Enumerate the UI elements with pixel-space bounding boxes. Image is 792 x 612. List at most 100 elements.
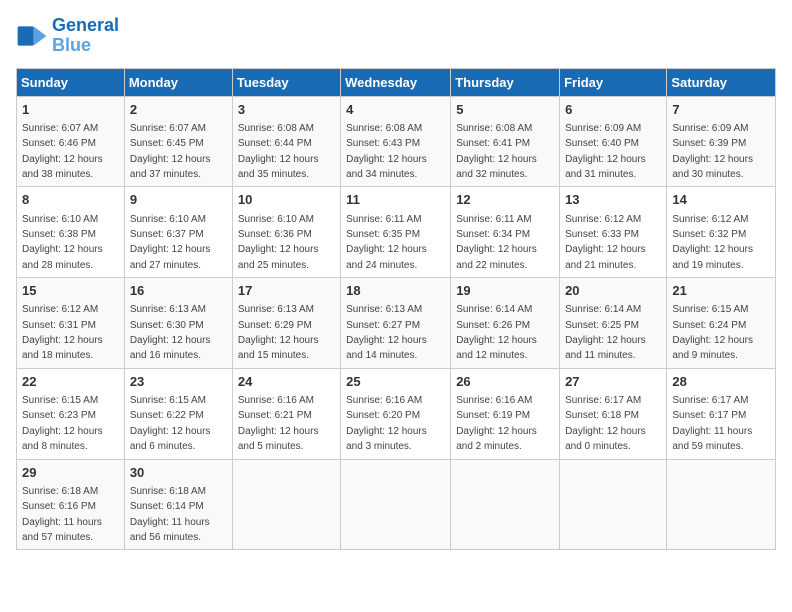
sunset: Sunset: 6:43 PM	[346, 138, 420, 149]
day-number: 28	[672, 373, 770, 391]
calendar-cell	[341, 459, 451, 550]
day-number: 6	[565, 101, 661, 119]
sunset: Sunset: 6:19 PM	[456, 410, 530, 421]
sunrise: Sunrise: 6:16 AM	[238, 395, 314, 406]
day-header-sunday: Sunday	[17, 68, 125, 96]
sunrise: Sunrise: 6:11 AM	[456, 214, 531, 225]
sunset: Sunset: 6:37 PM	[130, 229, 204, 240]
sunrise: Sunrise: 6:07 AM	[130, 123, 206, 134]
sunrise: Sunrise: 6:10 AM	[22, 214, 98, 225]
sunrise: Sunrise: 6:18 AM	[130, 486, 206, 497]
logo: General Blue	[16, 16, 119, 56]
sunrise: Sunrise: 6:11 AM	[346, 214, 421, 225]
sunrise: Sunrise: 6:14 AM	[565, 304, 641, 315]
daylight: Daylight: 12 hours and 34 minutes.	[346, 154, 427, 180]
calendar-cell: 15Sunrise: 6:12 AMSunset: 6:31 PMDayligh…	[17, 278, 125, 369]
sunrise: Sunrise: 6:12 AM	[672, 214, 748, 225]
sunrise: Sunrise: 6:18 AM	[22, 486, 98, 497]
daylight: Daylight: 12 hours and 27 minutes.	[130, 244, 211, 270]
calendar-cell: 28Sunrise: 6:17 AMSunset: 6:17 PMDayligh…	[667, 368, 776, 459]
day-number: 3	[238, 101, 335, 119]
calendar-table: SundayMondayTuesdayWednesdayThursdayFrid…	[16, 68, 776, 551]
day-number: 25	[346, 373, 445, 391]
day-number: 26	[456, 373, 554, 391]
daylight: Daylight: 12 hours and 6 minutes.	[130, 426, 211, 452]
calendar-cell: 4Sunrise: 6:08 AMSunset: 6:43 PMDaylight…	[341, 96, 451, 187]
calendar-cell: 20Sunrise: 6:14 AMSunset: 6:25 PMDayligh…	[560, 278, 667, 369]
calendar-cell: 24 Sunrise: 6:16 AM Sunset: 6:21 PM Dayligh…	[232, 368, 340, 459]
calendar-cell: 3Sunrise: 6:08 AMSunset: 6:44 PMDaylight…	[232, 96, 340, 187]
day-number: 18	[346, 282, 445, 300]
daylight: Daylight: 12 hours and 12 minutes.	[456, 335, 537, 361]
sunrise: Sunrise: 6:15 AM	[22, 395, 98, 406]
calendar-cell: 19 Sunrise: 6:14 AM Sunset: 6:26 PM Dayligh…	[451, 278, 560, 369]
day-number: 11	[346, 191, 445, 209]
sunrise: Sunrise: 6:10 AM	[238, 214, 314, 225]
daylight: Daylight: 12 hours and 18 minutes.	[22, 335, 103, 361]
sunrise: Sunrise: 6:17 AM	[565, 395, 641, 406]
calendar-cell: 14Sunrise: 6:12 AMSunset: 6:32 PMDayligh…	[667, 187, 776, 278]
sunset: Sunset: 6:26 PM	[456, 320, 530, 331]
day-number: 10	[238, 191, 335, 209]
daylight: Daylight: 12 hours and 5 minutes.	[238, 426, 319, 452]
sunrise: Sunrise: 6:09 AM	[672, 123, 748, 134]
day-number: 9	[130, 191, 227, 209]
calendar-cell	[667, 459, 776, 550]
day-number: 5	[456, 101, 554, 119]
calendar-week-row: 1Sunrise: 6:07 AMSunset: 6:46 PMDaylight…	[17, 96, 776, 187]
calendar-cell	[232, 459, 340, 550]
daylight: Daylight: 12 hours and 19 minutes.	[672, 244, 753, 270]
sunset: Sunset: 6:36 PM	[238, 229, 312, 240]
daylight: Daylight: 12 hours and 25 minutes.	[238, 244, 319, 270]
sunset: Sunset: 6:44 PM	[238, 138, 312, 149]
calendar-cell: 8Sunrise: 6:10 AMSunset: 6:38 PMDaylight…	[17, 187, 125, 278]
calendar-cell: 12Sunrise: 6:11 AMSunset: 6:34 PMDayligh…	[451, 187, 560, 278]
sunrise: Sunrise: 6:16 AM	[346, 395, 422, 406]
daylight: Daylight: 12 hours and 8 minutes.	[22, 426, 103, 452]
sunset: Sunset: 6:17 PM	[672, 410, 746, 421]
sunrise: Sunrise: 6:10 AM	[130, 214, 206, 225]
daylight: Daylight: 12 hours and 14 minutes.	[346, 335, 427, 361]
sunset: Sunset: 6:41 PM	[456, 138, 530, 149]
sunrise: Sunrise: 6:13 AM	[238, 304, 314, 315]
day-number: 19	[456, 282, 554, 300]
calendar-cell: 7Sunrise: 6:09 AMSunset: 6:39 PMDaylight…	[667, 96, 776, 187]
calendar-cell: 6Sunrise: 6:09 AMSunset: 6:40 PMDaylight…	[560, 96, 667, 187]
day-number: 17	[238, 282, 335, 300]
day-number: 7	[672, 101, 770, 119]
daylight: Daylight: 12 hours and 37 minutes.	[130, 154, 211, 180]
calendar-cell: 25Sunrise: 6:16 AMSunset: 6:20 PMDayligh…	[341, 368, 451, 459]
sunrise: Sunrise: 6:08 AM	[456, 123, 532, 134]
daylight: Daylight: 12 hours and 2 minutes.	[456, 426, 537, 452]
calendar-cell: 1Sunrise: 6:07 AMSunset: 6:46 PMDaylight…	[17, 96, 125, 187]
sunset: Sunset: 6:14 PM	[130, 501, 204, 512]
sunset: Sunset: 6:24 PM	[672, 320, 746, 331]
sunset: Sunset: 6:18 PM	[565, 410, 639, 421]
sunset: Sunset: 6:21 PM	[238, 410, 312, 421]
day-number: 24	[238, 373, 335, 391]
calendar-cell: 29Sunrise: 6:18 AMSunset: 6:16 PMDayligh…	[17, 459, 125, 550]
daylight: Daylight: 12 hours and 11 minutes.	[565, 335, 646, 361]
calendar-week-row: 22Sunrise: 6:15 AMSunset: 6:23 PMDayligh…	[17, 368, 776, 459]
sunrise: Sunrise: 6:12 AM	[565, 214, 641, 225]
sunrise: Sunrise: 6:07 AM	[22, 123, 98, 134]
sunrise: Sunrise: 6:14 AM	[456, 304, 532, 315]
calendar-cell: 23Sunrise: 6:15 AMSunset: 6:22 PMDayligh…	[124, 368, 232, 459]
calendar-cell: 17Sunrise: 6:13 AMSunset: 6:29 PMDayligh…	[232, 278, 340, 369]
daylight: Daylight: 12 hours and 35 minutes.	[238, 154, 319, 180]
calendar-cell	[451, 459, 560, 550]
calendar-cell: 26Sunrise: 6:16 AMSunset: 6:19 PMDayligh…	[451, 368, 560, 459]
daylight: Daylight: 12 hours and 31 minutes.	[565, 154, 646, 180]
sunset: Sunset: 6:29 PM	[238, 320, 312, 331]
sunset: Sunset: 6:40 PM	[565, 138, 639, 149]
sunset: Sunset: 6:31 PM	[22, 320, 96, 331]
daylight: Daylight: 12 hours and 38 minutes.	[22, 154, 103, 180]
calendar-cell: 30Sunrise: 6:18 AMSunset: 6:14 PMDayligh…	[124, 459, 232, 550]
daylight: Daylight: 12 hours and 9 minutes.	[672, 335, 753, 361]
sunrise: Sunrise: 6:17 AM	[672, 395, 748, 406]
daylight: Daylight: 12 hours and 3 minutes.	[346, 426, 427, 452]
day-number: 23	[130, 373, 227, 391]
sunset: Sunset: 6:16 PM	[22, 501, 96, 512]
daylight: Daylight: 12 hours and 30 minutes.	[672, 154, 753, 180]
sunset: Sunset: 6:27 PM	[346, 320, 420, 331]
